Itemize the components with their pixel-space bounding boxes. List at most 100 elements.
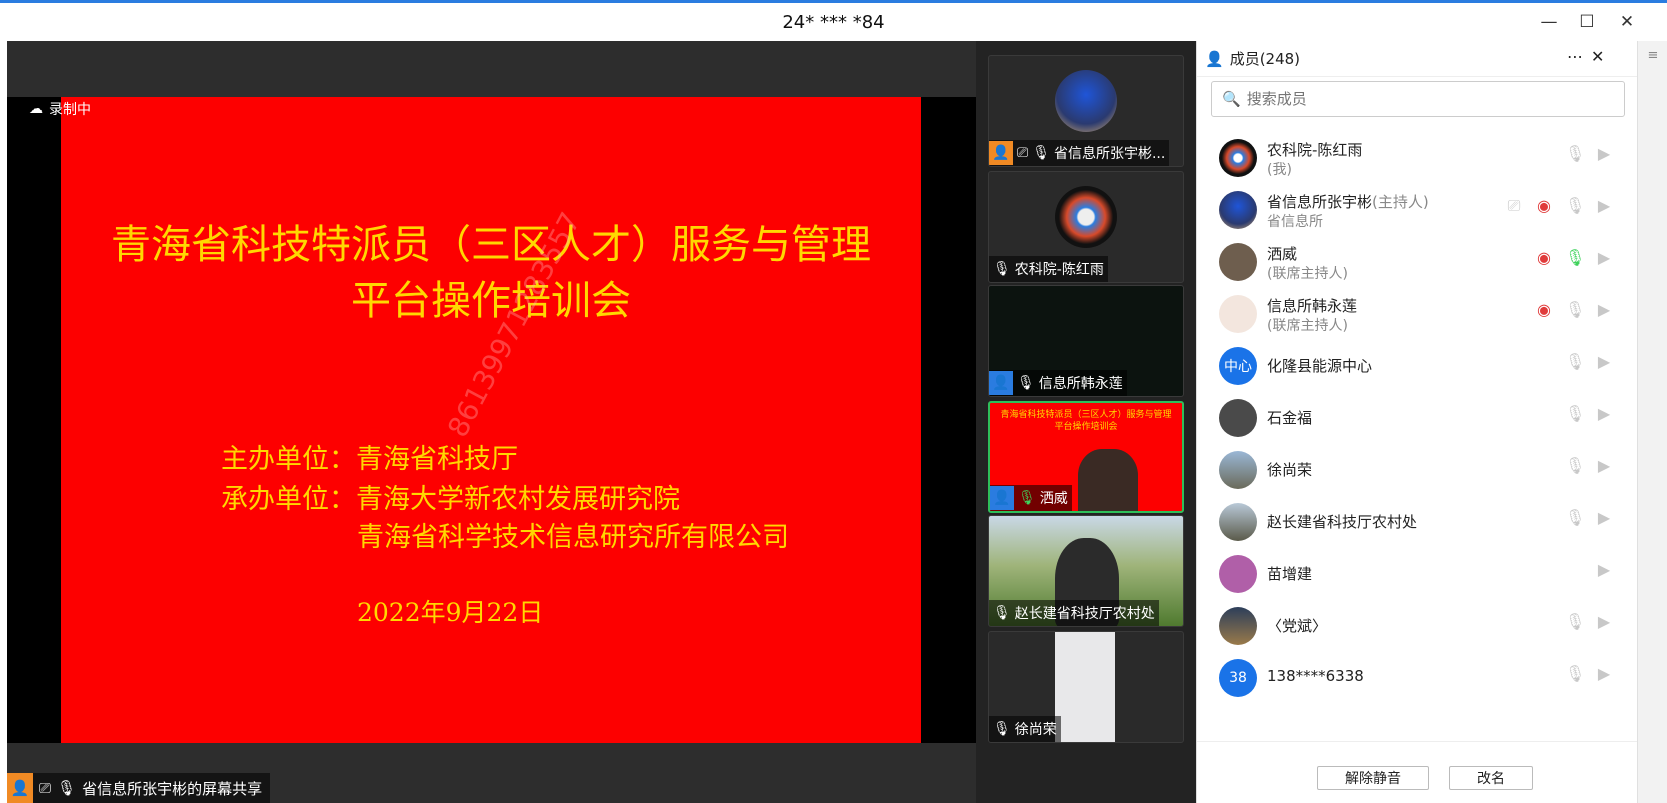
slide-date: 2022年9月22日 (357, 598, 544, 627)
search-input[interactable] (1246, 90, 1607, 108)
members-title: 成员(248) (1229, 50, 1301, 68)
tile-slide-title-2: 平台操作培训会 (1054, 422, 1118, 432)
member-list: 农科院-陈红雨 (我) 🎙 ▶ 省信息所张宇彬(主持人) 省信息所 ⎚ ◉ 🎙 … (1197, 129, 1637, 727)
user-icon: 👤 (7, 773, 33, 803)
camera-off-icon[interactable]: ▶ (1595, 301, 1613, 319)
tile-slide-preview: 青海省科技特派员（三区人才）服务与管理 平台操作培训会 (990, 409, 1182, 433)
members-header: 👤 成员(248) ⋯ ✕ (1197, 41, 1667, 77)
camera-off-icon[interactable]: ▶ (1595, 145, 1613, 163)
member-name: 〈党斌〉 (1267, 617, 1328, 635)
mic-active-icon: 🎙 (1018, 490, 1036, 506)
mic-active-icon[interactable]: 🎙 (1565, 249, 1585, 267)
member-row[interactable]: 中心 化隆县能源中心 🎙 ▶ (1197, 337, 1637, 392)
avatar: 38 (1219, 659, 1257, 697)
recording-indicator: ☁ 录制中 (29, 99, 91, 119)
video-tile[interactable]: 👤 🎙 信息所韩永莲 (988, 285, 1184, 397)
avatar (1219, 607, 1257, 645)
user-icon: 👤 (989, 371, 1013, 395)
close-panel-icon[interactable]: ✕ (1591, 47, 1604, 66)
member-name: 农科院-陈红雨 (1267, 141, 1363, 159)
member-row[interactable]: 〈党斌〉 🎙 ▶ (1197, 597, 1637, 652)
video-tile[interactable]: 🎙 农科院-陈红雨 (988, 171, 1184, 283)
member-row[interactable]: 农科院-陈红雨 (我) 🎙 ▶ (1197, 129, 1637, 184)
more-icon[interactable]: ⋯ (1567, 47, 1583, 66)
mic-muted-icon[interactable]: 🎙 (1565, 145, 1585, 163)
minimize-icon[interactable]: — (1538, 11, 1560, 33)
rename-button[interactable]: 改名 (1449, 766, 1533, 790)
tile-name: 省信息所张宇彬... (1053, 146, 1166, 162)
mic-muted-icon: 🎙 (993, 605, 1011, 621)
mic-muted-icon[interactable]: 🎙 (1565, 405, 1585, 423)
unmute-all-button[interactable]: 解除静音 (1317, 766, 1429, 790)
member-icons: 🎙 ▶ (1565, 665, 1613, 683)
tile-name: 农科院-陈红雨 (1014, 262, 1104, 278)
camera-off-icon[interactable]: ▶ (1595, 665, 1613, 683)
camera-off-icon[interactable]: ▶ (1595, 353, 1613, 371)
mic-muted-icon: 🎙 (57, 779, 77, 797)
title-bar: 24* *** *84 — ☐ ✕ (0, 0, 1667, 41)
video-tile[interactable]: 青海省科技特派员（三区人才）服务与管理 平台操作培训会 👤 🎙 洒威 (988, 401, 1184, 513)
member-row[interactable]: 赵长建省科技厅农村处 🎙 ▶ (1197, 493, 1637, 548)
camera-off-icon[interactable]: ▶ (1595, 197, 1613, 215)
user-icon: 👤 (990, 486, 1014, 510)
presentation-slide: 青海省科技特派员（三区人才）服务与管理 平台操作培训会 主办单位：青海省科技厅 … (61, 97, 921, 743)
mic-muted-icon[interactable]: 🎙 (1565, 301, 1585, 319)
menu-icon[interactable]: ≡ (1646, 49, 1660, 63)
avatar (1055, 186, 1117, 248)
camera-off-icon[interactable]: ▶ (1595, 457, 1613, 475)
tile-slide-title-1: 青海省科技特派员（三区人才）服务与管理 (1000, 410, 1172, 420)
member-row[interactable]: 38 138****6338 🎙 ▶ (1197, 649, 1637, 704)
video-tile[interactable]: 🎙 赵长建省科技厅农村处 (988, 515, 1184, 627)
member-icons: 🎙 ▶ (1565, 457, 1613, 475)
close-icon[interactable]: ✕ (1616, 11, 1638, 33)
mic-muted-icon[interactable]: 🎙 (1565, 665, 1585, 683)
screen-share-icon: ⎚ (39, 779, 52, 797)
maximize-icon[interactable]: ☐ (1576, 11, 1598, 33)
member-icons: ⎚ ◉ 🎙 ▶ (1505, 197, 1613, 215)
cloud-icon: ☁ (29, 101, 43, 117)
tile-label: 👤 🎙 洒威 (990, 485, 1072, 511)
shared-screen: 青海省科技特派员（三区人才）服务与管理 平台操作培训会 主办单位：青海省科技厅 … (7, 97, 976, 743)
mic-muted-icon[interactable]: 🎙 (1565, 509, 1585, 527)
participant-video (1078, 449, 1138, 511)
video-thumbnails: 👤 ⎚ 🎙 省信息所张宇彬... 🎙 农科院-陈红雨 👤 🎙 信息所韩永莲 青海… (976, 41, 1196, 803)
camera-off-icon[interactable]: ▶ (1595, 405, 1613, 423)
mic-muted-icon[interactable]: 🎙 (1565, 613, 1585, 631)
mic-muted-icon[interactable]: 🎙 (1565, 197, 1585, 215)
member-name: 石金福 (1267, 409, 1313, 427)
member-name: 信息所韩永莲 (1267, 297, 1358, 315)
tile-name: 洒威 (1039, 491, 1068, 507)
member-row[interactable]: 省信息所张宇彬(主持人) 省信息所 ⎚ ◉ 🎙 ▶ (1197, 181, 1637, 236)
member-row[interactable]: 徐尚荣 🎙 ▶ (1197, 441, 1637, 496)
mic-muted-icon: 🎙 (1032, 145, 1050, 161)
search-box[interactable]: 🔍 (1211, 81, 1625, 117)
member-row[interactable]: 石金福 🎙 ▶ (1197, 389, 1637, 444)
member-icons: 🎙 ▶ (1565, 145, 1613, 163)
member-icons: ◉ 🎙 ▶ (1535, 301, 1613, 319)
member-name: 138****6338 (1267, 667, 1364, 685)
avatar (1219, 191, 1257, 229)
member-row[interactable]: 洒威 (联席主持人) ◉ 🎙 ▶ (1197, 233, 1637, 288)
mic-muted-icon[interactable]: 🎙 (1565, 457, 1585, 475)
member-sub: (联席主持人) (1267, 318, 1348, 334)
screen-share-icon: ⎚ (1507, 196, 1521, 215)
video-tile[interactable]: 🎙 徐尚荣 (988, 631, 1184, 743)
member-row[interactable]: 信息所韩永莲 (联席主持人) ◉ 🎙 ▶ (1197, 285, 1637, 340)
mic-muted-icon[interactable]: 🎙 (1565, 353, 1585, 371)
tile-name: 赵长建省科技厅农村处 (1014, 606, 1155, 622)
camera-off-icon[interactable]: ▶ (1595, 561, 1613, 579)
window-title: 24* *** *84 (782, 12, 885, 33)
video-tile[interactable]: 👤 ⎚ 🎙 省信息所张宇彬... (988, 55, 1184, 167)
member-row[interactable]: 苗增建 ▶ (1197, 545, 1637, 600)
side-scrollbar[interactable]: ≡ (1637, 41, 1667, 803)
avatar (1055, 70, 1117, 132)
member-sub: (我) (1267, 162, 1292, 178)
camera-off-icon[interactable]: ▶ (1595, 249, 1613, 267)
camera-off-icon[interactable]: ▶ (1595, 509, 1613, 527)
camera-off-icon[interactable]: ▶ (1595, 613, 1613, 631)
member-name: 洒威 (1267, 245, 1298, 263)
recording-icon: ◉ (1537, 196, 1551, 215)
member-sub: (联席主持人) (1267, 266, 1348, 282)
member-sub: 省信息所 (1267, 214, 1323, 230)
member-icons: ◉ 🎙 ▶ (1535, 249, 1613, 267)
